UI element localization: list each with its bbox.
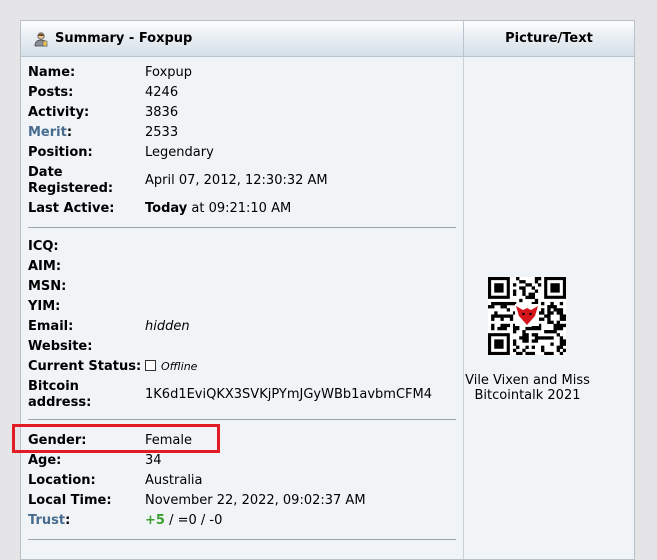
- summary-title: Summary - Foxpup: [55, 31, 193, 46]
- caption-line-1: Vile Vixen and Miss: [465, 373, 590, 388]
- section-divider: [28, 419, 456, 420]
- name-label: Name:: [28, 65, 76, 80]
- activity-value: 3836: [145, 105, 179, 120]
- merit-link[interactable]: Merit: [28, 125, 67, 140]
- posts-label: Posts:: [28, 85, 74, 100]
- position-label: Position:: [28, 145, 93, 160]
- email-label: Email:: [28, 319, 74, 334]
- bitcoin-address-label: Bitcoin address:: [28, 379, 92, 410]
- section-divider: [28, 539, 456, 540]
- column-divider: [463, 57, 464, 559]
- location-value: Australia: [145, 473, 203, 488]
- merit-label: Merit:: [28, 125, 73, 140]
- posts-value: 4246: [145, 85, 179, 100]
- aim-label: AIM:: [28, 259, 62, 274]
- qr-code-avatar: [488, 277, 567, 356]
- msn-label: MSN:: [28, 279, 67, 294]
- activity-label: Activity:: [28, 105, 90, 120]
- current-status-value: Offline: [145, 360, 197, 374]
- name-value: Foxpup: [145, 65, 193, 80]
- gender-highlight-box: [12, 424, 220, 453]
- local-time-label: Local Time:: [28, 493, 112, 508]
- yim-label: YIM:: [28, 299, 61, 314]
- offline-checkbox-icon: [145, 360, 156, 371]
- trust-label: Trust:: [28, 513, 71, 528]
- location-label: Location:: [28, 473, 96, 488]
- date-registered-value: April 07, 2012, 12:30:32 AM: [145, 173, 328, 188]
- section-divider: [28, 227, 456, 228]
- last-active-label: Last Active:: [28, 201, 115, 216]
- bitcoin-address-value: 1K6d1EviQKX3SVKjPYmJGyWBb1avbmCFM4: [145, 387, 432, 402]
- trust-link[interactable]: Trust: [28, 513, 65, 528]
- picture-text-title: Picture/Text: [505, 31, 593, 46]
- position-value: Legendary: [145, 145, 214, 160]
- date-registered-label: Date Registered:: [28, 165, 114, 196]
- picture-text-header: Picture/Text: [463, 21, 634, 57]
- merit-value: 2533: [145, 125, 179, 140]
- icq-label: ICQ:: [28, 239, 59, 254]
- last-active-value: Today at 09:21:10 AM: [145, 201, 292, 216]
- trust-value: +5 / =0 / -0: [145, 513, 223, 528]
- email-value: hidden: [145, 319, 190, 334]
- user-icon: [33, 31, 49, 47]
- current-status-label: Current Status:: [28, 359, 142, 374]
- summary-header: Summary - Foxpup: [21, 21, 463, 57]
- local-time-value: November 22, 2022, 09:02:37 AM: [145, 493, 366, 508]
- age-value: 34: [145, 453, 162, 468]
- caption-line-2: Bitcointalk 2021: [474, 388, 581, 403]
- age-label: Age:: [28, 453, 62, 468]
- personal-text: Vile Vixen and Miss Bitcointalk 2021: [442, 373, 613, 403]
- website-label: Website:: [28, 339, 93, 354]
